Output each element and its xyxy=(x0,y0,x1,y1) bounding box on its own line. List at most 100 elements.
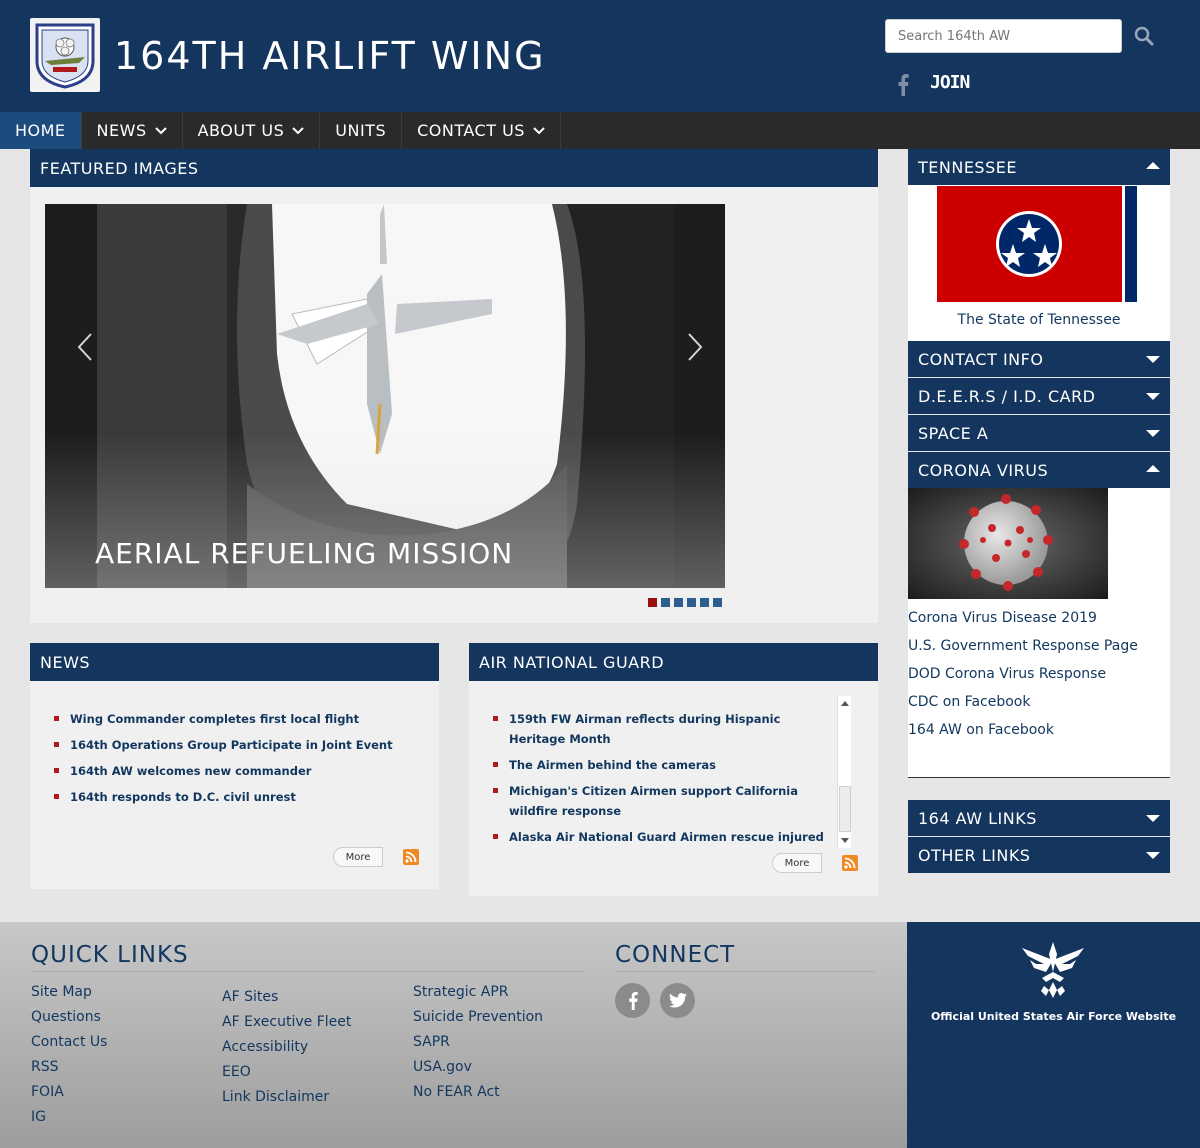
carousel-dot[interactable] xyxy=(687,598,696,607)
corona-link-164aw-facebook[interactable]: 164 AW on Facebook xyxy=(908,716,1138,744)
wing-emblem-icon xyxy=(35,23,95,89)
space-a-heading: SPACE A xyxy=(918,423,989,443)
chevron-down-icon xyxy=(154,126,167,134)
scroll-up-arrow-icon[interactable] xyxy=(841,701,849,706)
image-carousel[interactable]: AERIAL REFUELING MISSION xyxy=(45,204,725,588)
facebook-icon xyxy=(898,74,909,96)
expand-arrow-icon xyxy=(1146,815,1160,822)
ang-more-button[interactable]: More xyxy=(772,853,822,873)
air-force-symbol-icon xyxy=(1022,942,1084,998)
news-more-button[interactable]: More xyxy=(333,847,383,867)
footer-link[interactable]: IG xyxy=(31,1105,107,1130)
corona-link-dod[interactable]: DOD Corona Virus Response xyxy=(908,660,1138,688)
join-link[interactable]: JOIN xyxy=(930,72,970,93)
list-item[interactable]: The Airmen behind the cameras xyxy=(491,755,829,775)
carousel-dot[interactable] xyxy=(713,598,722,607)
nav-news[interactable]: NEWS xyxy=(82,112,183,149)
facebook-header-link[interactable] xyxy=(892,72,914,98)
footer-link[interactable]: Site Map xyxy=(31,980,107,1005)
wing-logo[interactable] xyxy=(30,18,100,92)
footer-link[interactable]: RSS xyxy=(31,1055,107,1080)
164aw-links-heading: 164 AW LINKS xyxy=(918,808,1037,828)
footer-link[interactable]: SAPR xyxy=(413,1030,543,1055)
air-force-link-box[interactable]: Official United States Air Force Website xyxy=(907,922,1200,1148)
rss-icon[interactable] xyxy=(842,855,858,871)
tennessee-accordion[interactable]: TENNESSEE xyxy=(908,149,1170,185)
expand-arrow-icon xyxy=(1146,430,1160,437)
footer-link[interactable]: USA.gov xyxy=(413,1055,543,1080)
twitter-footer-button[interactable] xyxy=(660,983,695,1018)
divider xyxy=(31,971,584,972)
deers-accordion[interactable]: D.E.E.R.S / I.D. CARD xyxy=(908,378,1170,414)
list-item[interactable]: Michigan's Citizen Airmen support Califo… xyxy=(491,781,829,821)
other-links-accordion[interactable]: OTHER LINKS xyxy=(908,837,1170,873)
footer-link[interactable]: AF Executive Fleet xyxy=(222,1010,351,1035)
footer-link[interactable]: AF Sites xyxy=(222,985,351,1010)
corona-link-gov-response[interactable]: U.S. Government Response Page xyxy=(908,632,1138,660)
carousel-dot[interactable] xyxy=(648,598,657,607)
nav-contact-us[interactable]: CONTACT US xyxy=(402,112,561,149)
search-icon xyxy=(1134,26,1154,46)
nav-home[interactable]: HOME xyxy=(0,112,82,149)
footer-link[interactable]: No FEAR Act xyxy=(413,1080,543,1105)
ang-list-scrollbar[interactable] xyxy=(837,696,851,848)
twitter-icon xyxy=(668,993,687,1008)
slide-caption[interactable]: AERIAL REFUELING MISSION xyxy=(95,537,513,570)
other-links-heading: OTHER LINKS xyxy=(918,845,1031,865)
quick-links-col-1: Site Map Questions Contact Us RSS FOIA I… xyxy=(31,980,107,1130)
list-item[interactable]: 164th AW welcomes new commander xyxy=(52,761,439,781)
news-list: Wing Commander completes first local fli… xyxy=(30,681,439,807)
tennessee-flag-image[interactable] xyxy=(937,186,1137,302)
nav-home-label: HOME xyxy=(15,121,66,140)
footer-link[interactable]: Accessibility xyxy=(222,1035,351,1060)
corona-link-cdc-facebook[interactable]: CDC on Facebook xyxy=(908,688,1138,716)
quick-links-col-3: Strategic APR Suicide Prevention SAPR US… xyxy=(413,980,543,1105)
collapse-arrow-icon xyxy=(1146,162,1160,169)
facebook-footer-button[interactable] xyxy=(615,983,650,1018)
carousel-next-arrow-icon[interactable] xyxy=(685,332,705,362)
ang-news-list: 159th FW Airman reflects during Hispanic… xyxy=(469,681,837,847)
footer-link[interactable]: Suicide Prevention xyxy=(413,1005,543,1030)
corona-links: Corona Virus Disease 2019 U.S. Governmen… xyxy=(908,604,1138,744)
164aw-links-accordion[interactable]: 164 AW LINKS xyxy=(908,800,1170,836)
scroll-down-arrow-icon[interactable] xyxy=(841,838,849,843)
search-button[interactable] xyxy=(1130,22,1158,50)
corona-virus-heading: CORONA VIRUS xyxy=(918,460,1049,480)
tennessee-body: The State of Tennessee xyxy=(908,185,1170,341)
tennessee-state-link[interactable]: The State of Tennessee xyxy=(908,306,1170,334)
air-force-site-label: Official United States Air Force Website xyxy=(930,1010,1177,1023)
list-item[interactable]: 159th FW Airman reflects during Hispanic… xyxy=(491,709,829,749)
nav-units[interactable]: UNITS xyxy=(320,112,403,149)
coronavirus-image[interactable] xyxy=(908,488,1108,599)
footer-link[interactable]: FOIA xyxy=(31,1080,107,1105)
footer-link[interactable]: EEO xyxy=(222,1060,351,1085)
carousel-dot[interactable] xyxy=(700,598,709,607)
divider xyxy=(615,971,875,972)
list-item[interactable]: Wing Commander completes first local fli… xyxy=(52,709,439,729)
rss-icon[interactable] xyxy=(403,849,419,865)
footer-link[interactable]: Contact Us xyxy=(31,1030,107,1055)
connect-heading: CONNECT xyxy=(615,942,736,968)
search-input[interactable] xyxy=(885,19,1122,53)
nav-about-us[interactable]: ABOUT US xyxy=(183,112,321,149)
list-item[interactable]: Alaska Air National Guard Airmen rescue … xyxy=(491,827,829,847)
footer: QUICK LINKS Site Map Questions Contact U… xyxy=(0,922,907,1148)
scroll-thumb[interactable] xyxy=(839,786,851,832)
site-title[interactable]: 164TH AIRLIFT WING xyxy=(114,34,546,78)
footer-link[interactable]: Questions xyxy=(31,1005,107,1030)
list-item[interactable]: 164th Operations Group Participate in Jo… xyxy=(52,735,439,755)
featured-heading: FEATURED IMAGES xyxy=(30,149,878,187)
contact-info-accordion[interactable]: CONTACT INFO xyxy=(908,341,1170,377)
nav-about-label: ABOUT US xyxy=(197,121,285,140)
corona-virus-accordion[interactable]: CORONA VIRUS xyxy=(908,452,1170,488)
carousel-dot[interactable] xyxy=(661,598,670,607)
list-item[interactable]: 164th responds to D.C. civil unrest xyxy=(52,787,439,807)
space-a-accordion[interactable]: SPACE A xyxy=(908,415,1170,451)
news-heading: NEWS xyxy=(30,643,439,681)
corona-link-disease[interactable]: Corona Virus Disease 2019 xyxy=(908,604,1138,632)
carousel-dot[interactable] xyxy=(674,598,683,607)
carousel-prev-arrow-icon[interactable] xyxy=(75,332,95,362)
carousel-indicators xyxy=(648,598,722,607)
footer-link[interactable]: Strategic APR xyxy=(413,980,543,1005)
footer-link[interactable]: Link Disclaimer xyxy=(222,1085,351,1110)
